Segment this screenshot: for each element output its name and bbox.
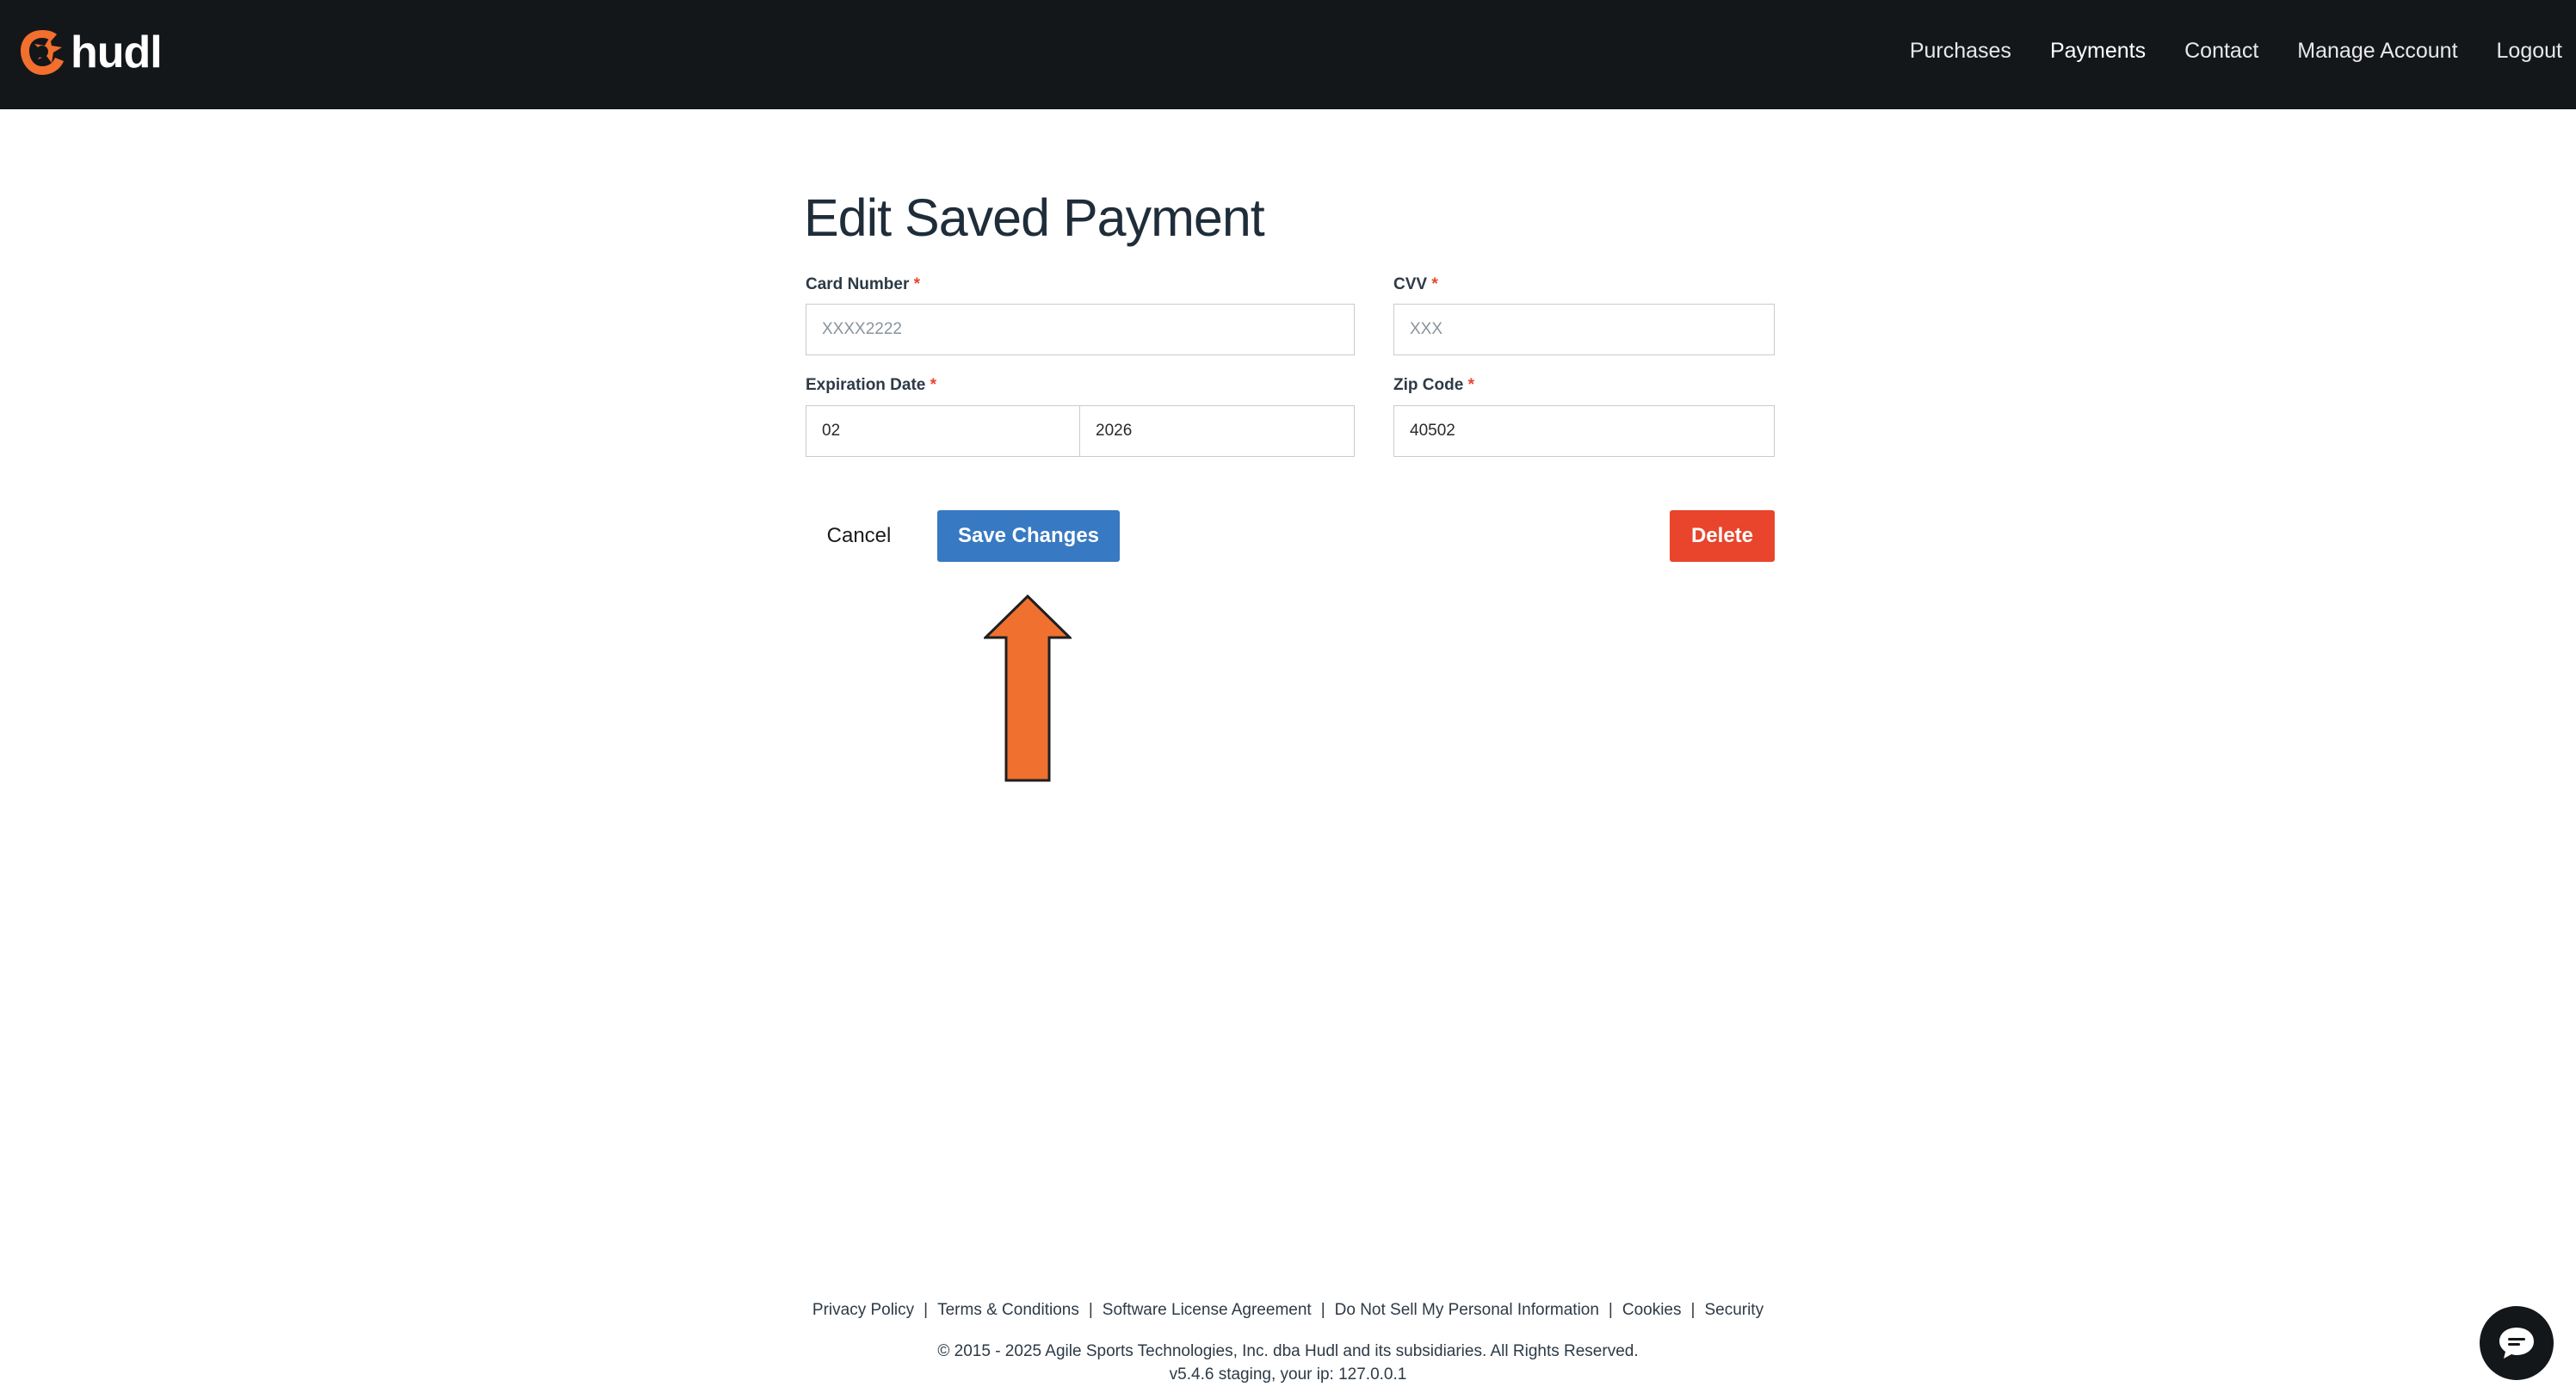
top-navigation-bar: hudl Purchases Payments Contact Manage A… [0, 0, 2576, 109]
up-arrow-annotation-icon [984, 595, 1072, 782]
expiration-date-label: Expiration Date * [806, 376, 936, 395]
footer-separator: | [1320, 1301, 1325, 1319]
footer-link-terms[interactable]: Terms & Conditions [937, 1301, 1079, 1320]
zip-code-label-text: Zip Code [1393, 376, 1464, 394]
hudl-logo-icon [21, 30, 64, 75]
nav-purchases[interactable]: Purchases [1910, 39, 2011, 64]
footer-separator: | [1088, 1301, 1093, 1319]
cvv-label: CVV * [1393, 275, 1438, 294]
card-number-label: Card Number * [806, 275, 920, 294]
required-marker: * [1431, 275, 1438, 293]
nav-logout[interactable]: Logout [2497, 39, 2562, 64]
footer-link-cookies[interactable]: Cookies [1622, 1301, 1682, 1320]
expiration-year-input[interactable] [1079, 405, 1355, 457]
zip-code-label: Zip Code * [1393, 376, 1474, 395]
footer-separator: | [1690, 1301, 1696, 1319]
footer-link-software-license[interactable]: Software License Agreement [1103, 1301, 1312, 1320]
main-nav: Purchases Payments Contact Manage Accoun… [1910, 0, 2576, 102]
cvv-input[interactable] [1393, 304, 1775, 355]
footer-link-security[interactable]: Security [1704, 1301, 1764, 1320]
chat-widget-button[interactable] [2480, 1306, 2554, 1380]
nav-manage-account[interactable]: Manage Account [2297, 39, 2457, 64]
footer-link-privacy-policy[interactable]: Privacy Policy [812, 1301, 914, 1320]
card-number-input[interactable] [806, 304, 1355, 355]
required-marker: * [913, 275, 921, 293]
expiration-month-input[interactable] [806, 405, 1081, 457]
footer-copyright: © 2015 - 2025 Agile Sports Technologies,… [937, 1342, 1639, 1360]
cvv-label-text: CVV [1393, 275, 1428, 293]
page-title: Edit Saved Payment [804, 188, 1265, 247]
footer-separator: | [924, 1301, 929, 1319]
footer-version: v5.4.6 staging, your ip: 127.0.0.1 [1169, 1365, 1407, 1384]
footer-separator: | [1608, 1301, 1613, 1319]
zip-code-input[interactable] [1393, 405, 1775, 457]
hudl-logo[interactable]: hudl [17, 26, 163, 79]
nav-contact[interactable]: Contact [2184, 39, 2258, 64]
card-number-label-text: Card Number [806, 275, 910, 293]
logo-wordmark: hudl [71, 28, 163, 77]
nav-payments[interactable]: Payments [2050, 39, 2146, 64]
chat-bubble-icon [2499, 1328, 2534, 1359]
required-marker: * [930, 376, 937, 394]
footer-link-do-not-sell[interactable]: Do Not Sell My Personal Information [1335, 1301, 1599, 1320]
save-changes-button[interactable]: Save Changes [937, 510, 1120, 562]
delete-button[interactable]: Delete [1670, 510, 1775, 562]
required-marker: * [1467, 376, 1474, 394]
cancel-button[interactable]: Cancel [806, 510, 912, 562]
footer-links: Privacy Policy | Terms & Conditions | So… [0, 1301, 2576, 1320]
expiration-date-label-text: Expiration Date [806, 376, 926, 394]
